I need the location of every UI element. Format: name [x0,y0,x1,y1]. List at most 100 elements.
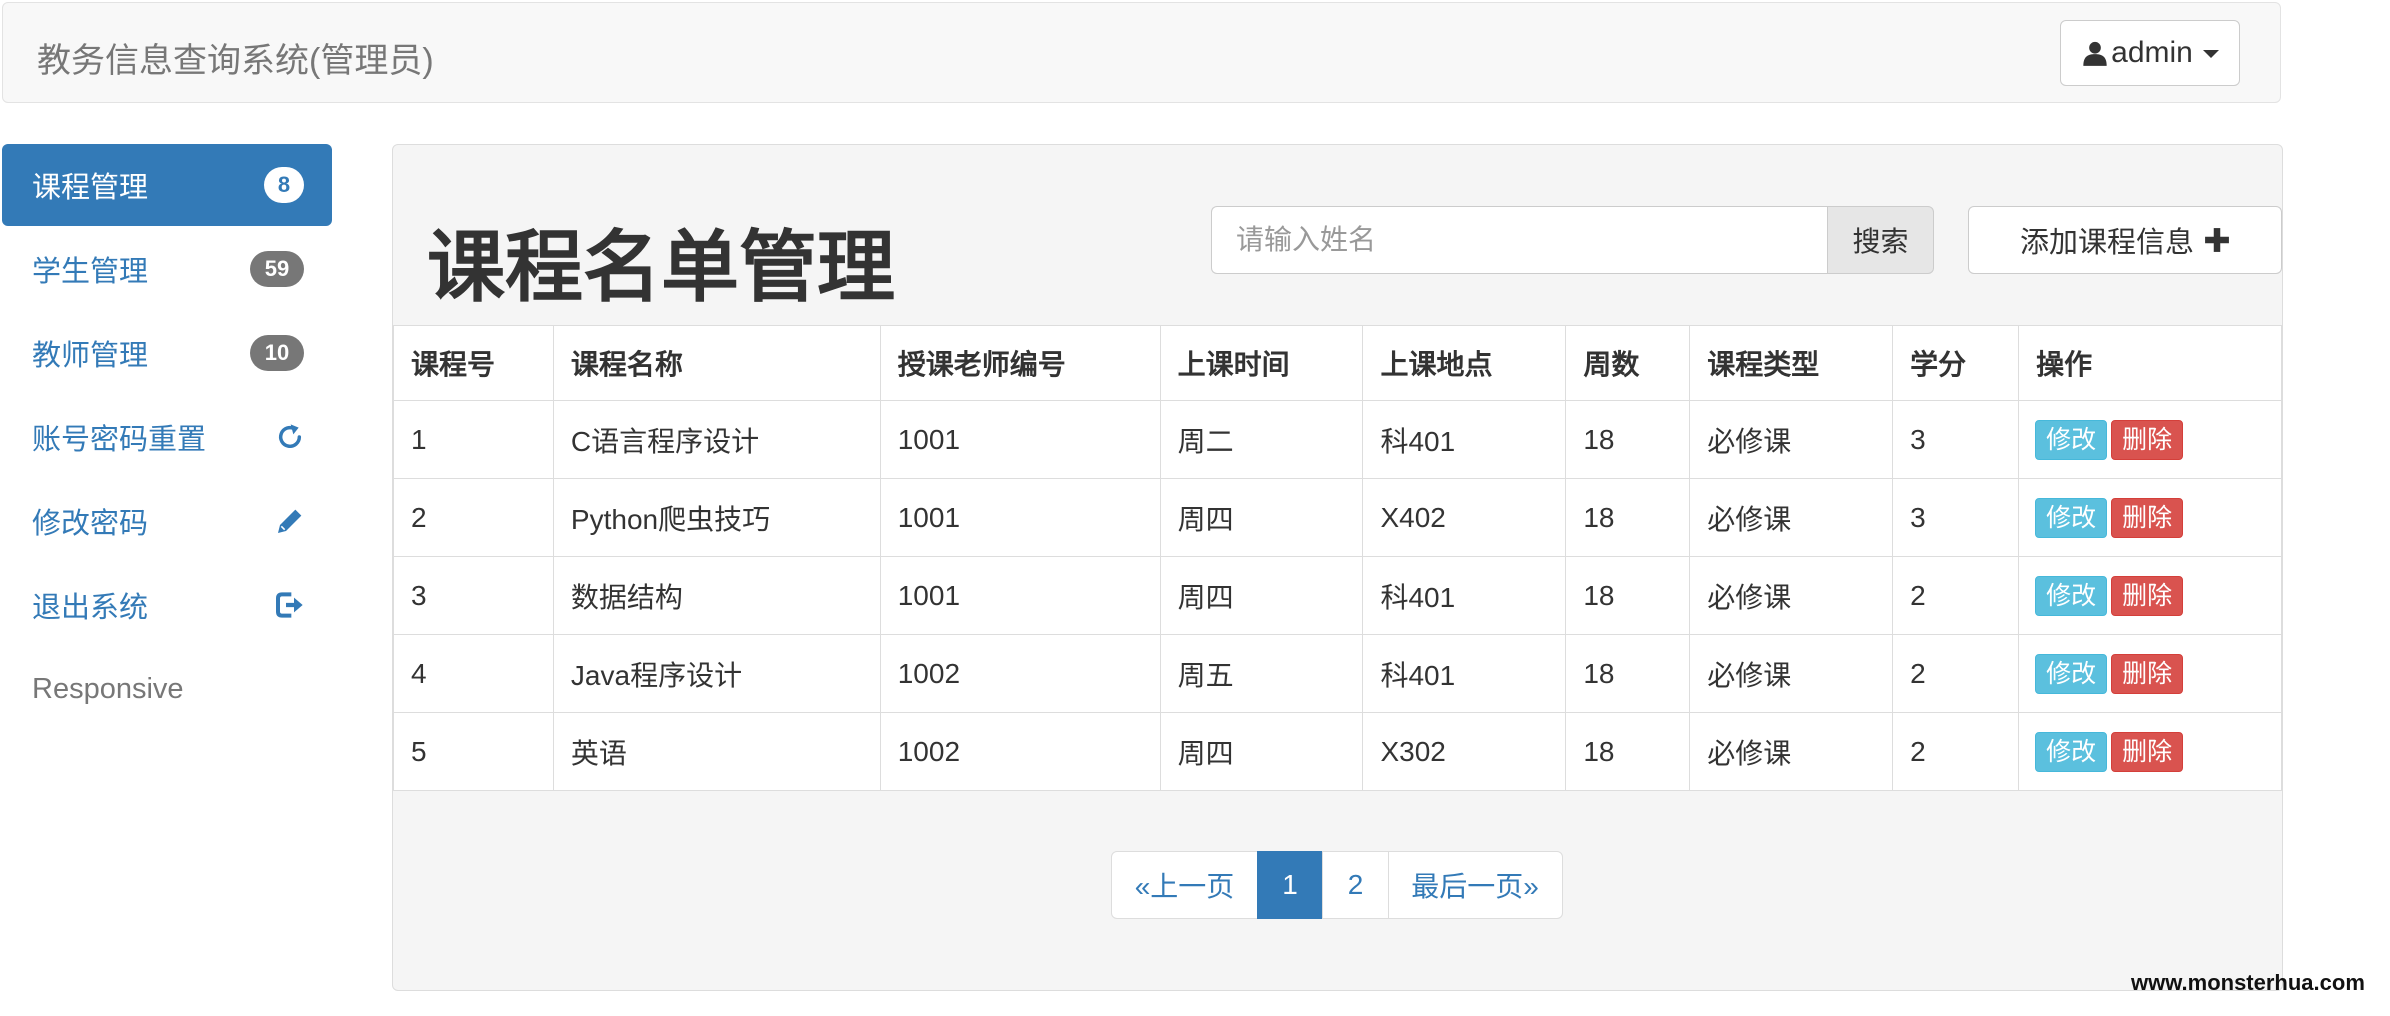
sidebar-item-reset-password[interactable]: 账号密码重置 [2,396,332,478]
table-row: 3 数据结构 1001 周四 科401 18 必修课 2 修改 删除 [393,556,2282,635]
delete-button[interactable]: 删除 [2111,497,2184,538]
table-cell: 必修课 [1689,712,1894,791]
table-cell: 必修课 [1689,478,1894,557]
table-cell: 科401 [1362,556,1567,635]
table-cell: 3 [393,556,554,635]
table-cell: Python爬虫技巧 [552,478,881,557]
count-badge: 59 [250,251,304,287]
page-link-1[interactable]: 1 [1256,851,1324,919]
table-cell: 2 [1892,634,2020,713]
add-course-button[interactable]: 添加课程信息 [1968,206,2282,274]
edit-button[interactable]: 修改 [2035,731,2108,772]
table-cell: 必修课 [1689,634,1894,713]
table-cell: X302 [1362,712,1567,791]
sidebar-item-change-password[interactable]: 修改密码 [2,480,332,562]
table-cell: 科401 [1362,400,1567,479]
last-page-link[interactable]: 最后一页» [1387,851,1563,919]
table-cell: 1 [393,400,554,479]
table-row: 1 C语言程序设计 1001 周二 科401 18 必修课 3 修改 删除 [393,400,2282,479]
column-header: 周数 [1565,325,1691,401]
user-icon [2083,41,2107,66]
table-cell: 周四 [1159,556,1364,635]
prev-page-link[interactable]: «上一页 [1111,851,1258,919]
table-cell: 18 [1565,712,1691,791]
delete-button[interactable]: 删除 [2111,731,2184,772]
count-badge: 8 [264,167,304,203]
table-cell: 必修课 [1689,556,1894,635]
table-cell: 数据结构 [552,556,881,635]
table-cell: 科401 [1362,634,1567,713]
delete-button[interactable]: 删除 [2111,653,2184,694]
top-navbar: 教务信息查询系统(管理员) admin [2,2,2281,103]
table-row: 4 Java程序设计 1002 周五 科401 18 必修课 2 修改 删除 [393,634,2282,713]
table-cell: 2 [1892,556,2020,635]
table-row: 2 Python爬虫技巧 1001 周四 X402 18 必修课 3 修改 删除 [393,478,2282,557]
column-header: 课程类型 [1689,325,1894,401]
delete-button[interactable]: 删除 [2111,419,2184,460]
action-cell: 修改 删除 [2018,712,2282,791]
edit-button[interactable]: 修改 [2035,653,2108,694]
column-header: 学分 [1892,325,2020,401]
course-table: 课程号 课程名称 授课老师编号 上课时间 上课地点 周数 课程类型 学分 操作 … [393,325,2282,791]
column-header: 操作 [2018,325,2282,401]
caret-down-icon [2202,50,2219,58]
sidebar-item-responsive[interactable]: Responsive [2,648,332,730]
table-cell: 4 [393,634,554,713]
table-cell: 必修课 [1689,400,1894,479]
pencil-icon [278,509,302,533]
refresh-icon [278,424,302,449]
plus-icon [2205,228,2229,252]
table-cell: 5 [393,712,554,791]
user-menu-button[interactable]: admin [2060,20,2240,86]
table-cell: 1002 [879,712,1161,791]
app-title[interactable]: 教务信息查询系统(管理员) [37,33,434,82]
page-link-2[interactable]: 2 [1322,851,1389,919]
column-header: 课程名称 [552,325,881,401]
table-cell: 3 [1892,400,2020,479]
table-cell: C语言程序设计 [552,400,881,479]
edit-button[interactable]: 修改 [2035,419,2108,460]
edit-button[interactable]: 修改 [2035,497,2108,538]
column-header: 上课地点 [1362,325,1567,401]
search-group: 搜索 [1211,206,1934,274]
search-button[interactable]: 搜索 [1827,206,1934,274]
table-cell: 周二 [1159,400,1364,479]
column-header: 授课老师编号 [879,325,1161,401]
sidebar: 课程管理 8 学生管理 59 教师管理 10 账号密码重置 修改密码 退出系统 … [2,144,332,732]
count-badge: 10 [250,335,304,371]
sidebar-item-label: 账号密码重置 [32,424,207,456]
table-cell: 周五 [1159,634,1364,713]
table-cell: 英语 [552,712,881,791]
table-cell: X402 [1362,478,1567,557]
edit-button[interactable]: 修改 [2035,575,2108,616]
sidebar-item-course[interactable]: 课程管理 8 [2,144,332,226]
delete-button[interactable]: 删除 [2111,575,2184,616]
column-header: 上课时间 [1159,325,1364,401]
table-cell: 3 [1892,478,2020,557]
page-title: 课程名单管理 [427,223,896,311]
table-header-row: 课程号 课程名称 授课老师编号 上课时间 上课地点 周数 课程类型 学分 操作 [393,325,2282,401]
table-cell: 2 [1892,712,2020,791]
table-cell: 18 [1565,556,1691,635]
sidebar-item-logout[interactable]: 退出系统 [2,564,332,646]
table-cell: 18 [1565,478,1691,557]
sidebar-item-student[interactable]: 学生管理 59 [2,228,332,310]
table-cell: 1001 [879,556,1161,635]
table-cell: Java程序设计 [552,634,881,713]
sidebar-item-teacher[interactable]: 教师管理 10 [2,312,332,394]
column-header: 课程号 [393,325,554,401]
sidebar-item-label: 教师管理 [32,340,149,372]
action-cell: 修改 删除 [2018,634,2282,713]
sidebar-item-label: 退出系统 [32,592,149,624]
table-cell: 2 [393,478,554,557]
table-cell: 周四 [1159,712,1364,791]
action-cell: 修改 删除 [2018,478,2282,557]
table-cell: 1002 [879,634,1161,713]
sidebar-item-label: 课程管理 [32,172,149,204]
table-cell: 18 [1565,400,1691,479]
sidebar-item-label: Responsive [32,672,184,705]
action-cell: 修改 删除 [2018,400,2282,479]
table-cell: 1001 [879,478,1161,557]
search-input[interactable] [1211,206,1827,274]
table-cell: 周四 [1159,478,1364,557]
